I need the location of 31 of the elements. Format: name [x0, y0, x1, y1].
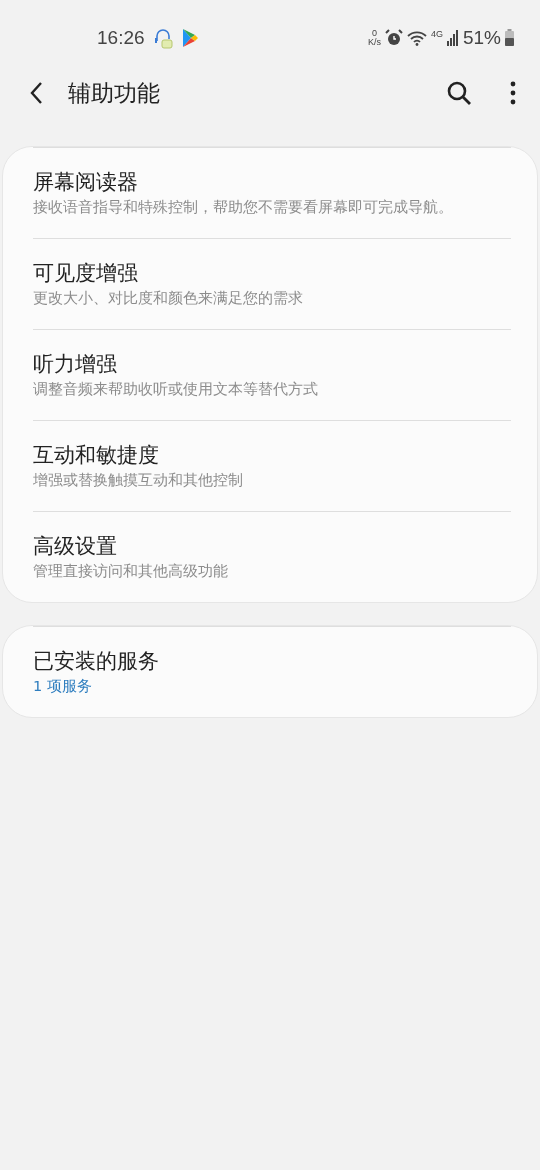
item-description: 更改大小、对比度和颜色来满足您的需求 [33, 289, 304, 308]
settings-item[interactable]: 高级设置 管理直接访问和其他高级功能 [33, 511, 511, 602]
page-title: 辅助功能 [68, 78, 160, 108]
settings-item[interactable]: 屏幕阅读器 接收语音指导和特殊控制，帮助您不需要看屏幕即可完成导航。 [33, 147, 511, 238]
network-type: 4G [430, 28, 443, 39]
settings-item[interactable]: 可见度增强 更改大小、对比度和颜色来满足您的需求 [33, 238, 511, 329]
clock: 16:26 [97, 26, 145, 49]
battery-icon [505, 29, 514, 46]
headset-icon [152, 26, 173, 49]
more-options-button[interactable] [510, 81, 516, 105]
item-title: 屏幕阅读器 [33, 169, 139, 196]
net-speed-unit: K/s [367, 37, 381, 47]
item-title: 互动和敏捷度 [33, 442, 160, 469]
settings-item[interactable]: 互动和敏捷度 增强或替换触摸互动和其他控制 [33, 420, 511, 511]
item-description: 1 项服务 [33, 677, 93, 696]
item-title: 高级设置 [33, 533, 118, 560]
item-description: 接收语音指导和特殊控制，帮助您不需要看屏幕即可完成导航。 [33, 198, 454, 217]
item-title: 可见度增强 [33, 260, 139, 287]
signal-icon [446, 29, 459, 46]
item-title: 听力增强 [33, 351, 118, 378]
item-description: 增强或替换触摸互动和其他控制 [33, 471, 244, 490]
battery-percentage: 51% [462, 26, 501, 49]
net-speed-value: 0 [371, 28, 377, 38]
search-button[interactable] [446, 80, 472, 106]
alarm-clock-icon [384, 28, 403, 47]
settings-item[interactable]: 听力增强 调整音频来帮助收听或使用文本等替代方式 [33, 329, 511, 420]
item-description: 调整音频来帮助收听或使用文本等替代方式 [33, 380, 319, 399]
item-description: 管理直接访问和其他高级功能 [33, 562, 229, 581]
wifi-icon [406, 29, 427, 46]
play-store-icon [180, 27, 199, 48]
item-title: 已安装的服务 [33, 648, 160, 675]
